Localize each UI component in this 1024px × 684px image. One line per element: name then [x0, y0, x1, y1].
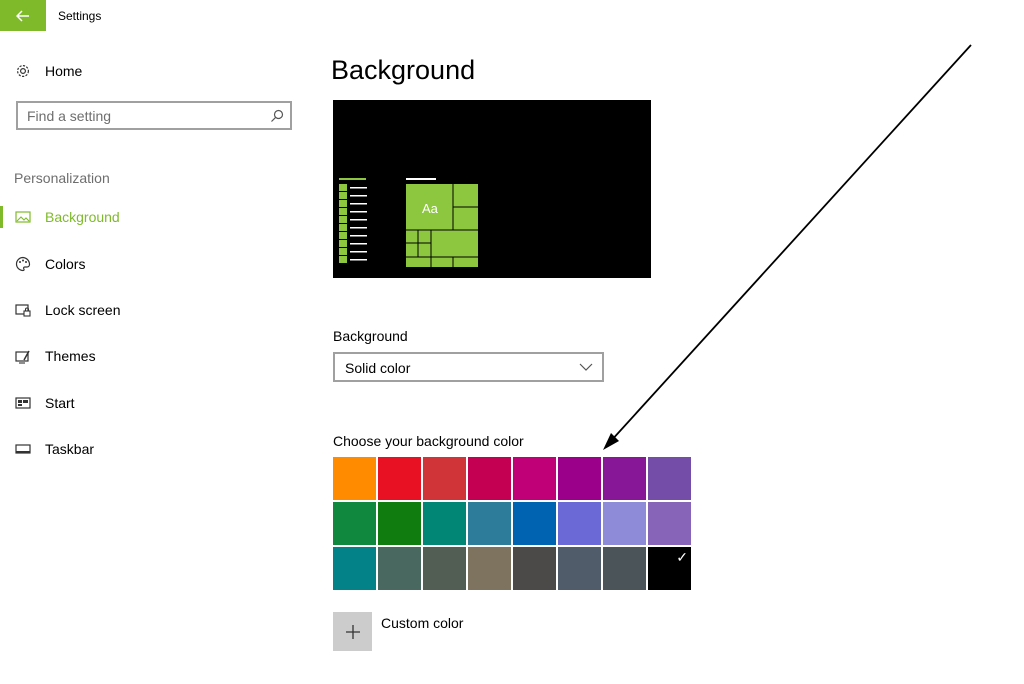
annotation-arrow — [603, 44, 972, 450]
